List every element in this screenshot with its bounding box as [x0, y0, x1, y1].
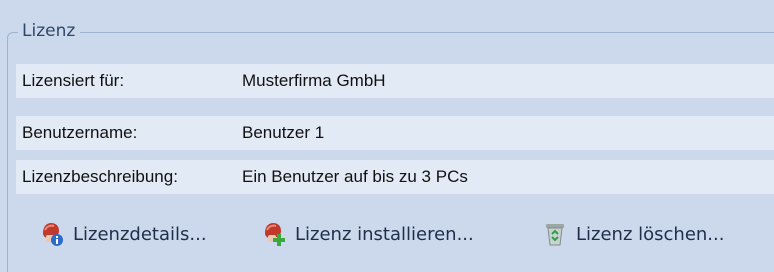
license-install-icon — [262, 221, 286, 247]
info-value-description: Ein Benutzer auf bis zu 3 PCs — [242, 167, 468, 186]
license-toolbar: Lizenzdetails... Lizenz installieren... … — [16, 208, 774, 260]
info-label-licensed-for: Lizensiert für: — [22, 71, 125, 90]
info-row-username: Benutzername: Benutzer 1 — [16, 116, 774, 150]
install-license-label: Lizenz installieren... — [295, 223, 474, 245]
info-value-username: Benutzer 1 — [242, 123, 325, 142]
info-row-licensed-for: Lizensiert für: Musterfirma GmbH — [16, 64, 774, 98]
info-label-description: Lizenzbeschreibung: — [22, 167, 178, 186]
info-row-description: Lizenzbeschreibung: Ein Benutzer auf bis… — [16, 160, 774, 194]
recycle-bin-icon — [543, 221, 567, 247]
license-group-title: Lizenz — [18, 18, 81, 44]
delete-license-button[interactable]: Lizenz löschen... — [543, 208, 724, 260]
info-value-licensed-for: Musterfirma GmbH — [242, 71, 386, 90]
delete-license-label: Lizenz löschen... — [576, 223, 725, 245]
license-details-button[interactable]: Lizenzdetails... — [40, 208, 207, 260]
install-license-button[interactable]: Lizenz installieren... — [262, 208, 474, 260]
info-label-username: Benutzername: — [22, 123, 138, 142]
license-info-icon — [40, 221, 64, 247]
license-details-label: Lizenzdetails... — [73, 223, 207, 245]
